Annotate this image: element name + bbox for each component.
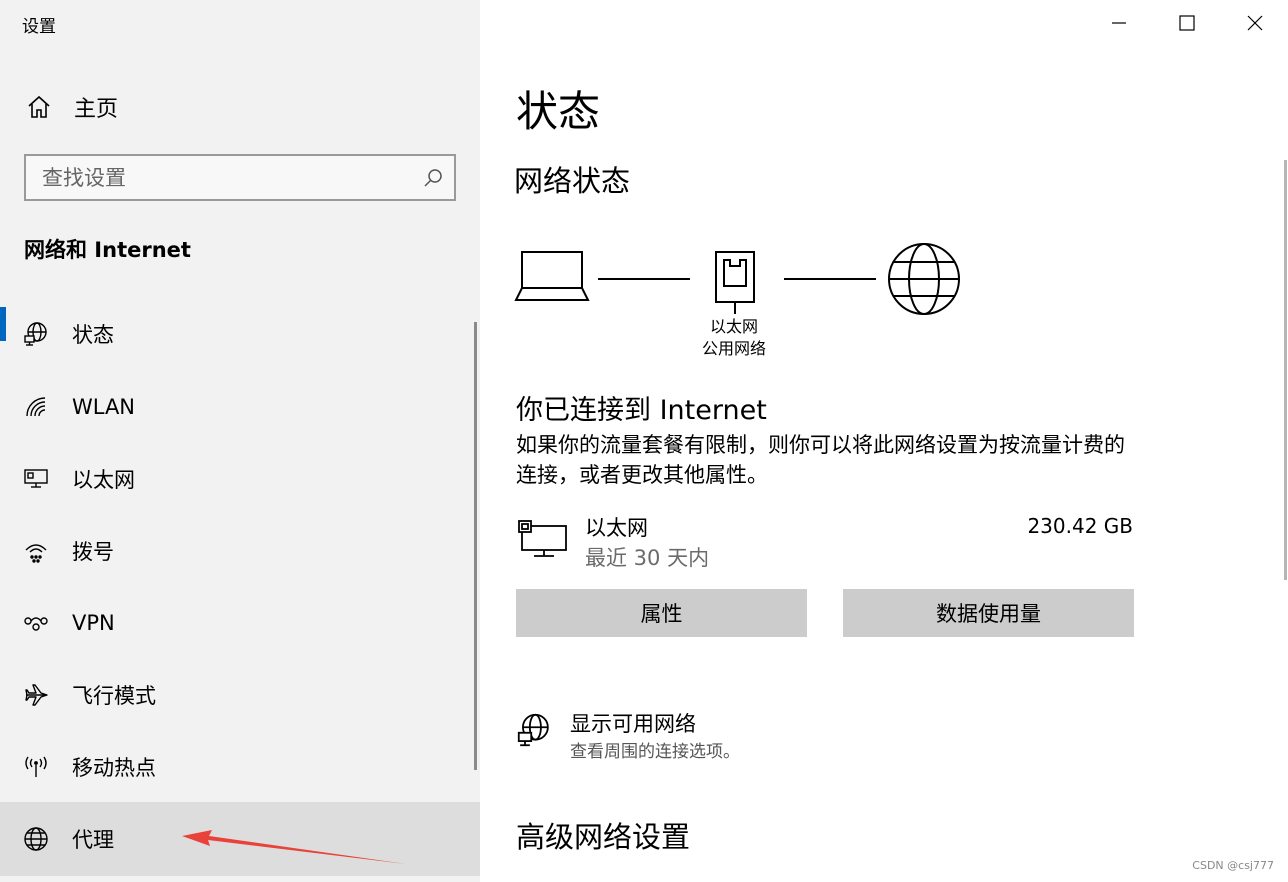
watermark: CSDN @csj777 xyxy=(1192,859,1274,872)
home-icon xyxy=(26,94,52,124)
close-button[interactable] xyxy=(1240,8,1270,38)
available-networks-subtitle: 查看周围的连接选项。 xyxy=(570,742,740,762)
sidebar-item-ethernet[interactable]: 以太网 xyxy=(0,450,480,508)
diagram-label: 以太网 公用网络 xyxy=(694,316,774,360)
maximize-button[interactable] xyxy=(1172,8,1202,38)
sidebar: 设置 主页 网络和 Internet xyxy=(0,0,480,882)
network-diagram xyxy=(514,243,960,315)
sidebar-item-label: 状态 xyxy=(72,323,114,347)
sidebar-item-label: VPN xyxy=(72,611,115,635)
home-label: 主页 xyxy=(74,97,119,122)
sidebar-item-hotspot[interactable]: 移动热点 xyxy=(0,738,480,796)
home-link[interactable]: 主页 xyxy=(22,90,322,124)
ethernet-adapter-icon xyxy=(518,518,568,566)
connection-status: 你已连接到 Internet xyxy=(516,395,767,426)
search-input[interactable] xyxy=(26,156,454,199)
globe-icon xyxy=(22,825,50,853)
sidebar-item-label: 代理 xyxy=(72,828,114,852)
search-icon[interactable] xyxy=(422,167,444,193)
connection-description: 如果你的流量套餐有限制，则你可以将此网络设置为按流量计费的连接，或者更改其他属性… xyxy=(516,433,1125,487)
hotspot-icon xyxy=(22,753,50,781)
adapter-name: 以太网 xyxy=(585,516,648,540)
maximize-icon xyxy=(1179,15,1195,31)
laptop-icon xyxy=(514,251,590,301)
sidebar-item-wlan[interactable]: WLAN xyxy=(0,378,480,436)
sidebar-item-dialup[interactable]: 拨号 xyxy=(0,522,480,580)
section-title: 网络和 Internet xyxy=(24,238,191,262)
advanced-settings-heading: 高级网络设置 xyxy=(516,820,691,854)
main-scrollbar[interactable] xyxy=(1284,160,1287,580)
status-globe-icon xyxy=(22,320,50,348)
network-status-heading: 网络状态 xyxy=(514,164,631,198)
sidebar-item-airplane[interactable]: 飞行模式 xyxy=(0,666,480,724)
minimize-button[interactable] xyxy=(1104,8,1134,38)
sidebar-item-label: 拨号 xyxy=(72,540,114,564)
diagram-label-line2: 公用网络 xyxy=(701,339,766,358)
sidebar-item-status[interactable]: 状态 xyxy=(0,305,480,363)
sidebar-item-vpn[interactable]: VPN xyxy=(0,594,480,652)
sidebar-scrollbar[interactable] xyxy=(474,322,477,770)
ethernet-icon xyxy=(22,465,50,493)
sidebar-item-label: 移动热点 xyxy=(72,756,156,780)
wifi-icon xyxy=(22,393,50,421)
active-indicator xyxy=(0,307,6,341)
search-box[interactable] xyxy=(24,154,456,201)
dialup-icon xyxy=(22,537,50,565)
annotation-arrow-icon xyxy=(182,830,406,864)
page-title: 状态 xyxy=(516,87,601,136)
vpn-icon xyxy=(22,609,50,637)
data-usage-button[interactable]: 数据使用量 xyxy=(843,589,1134,637)
main-content: 状态 网络状态 以太网 公用网络 你已连接到 Internet 如果你的流量套餐… xyxy=(480,0,1288,882)
adapter-period: 最近 30 天内 xyxy=(585,546,710,570)
window-title: 设置 xyxy=(22,17,56,37)
close-icon xyxy=(1247,15,1263,31)
sidebar-item-label: 飞行模式 xyxy=(72,684,156,708)
ethernet-port-icon xyxy=(715,251,755,314)
internet-globe-icon xyxy=(888,243,960,315)
properties-button[interactable]: 属性 xyxy=(516,589,807,637)
sidebar-item-label: 以太网 xyxy=(72,468,135,492)
adapter-usage: 230.42 GB xyxy=(1027,514,1133,538)
airplane-icon xyxy=(22,681,50,709)
diagram-label-line1: 以太网 xyxy=(709,317,758,336)
sidebar-item-label: WLAN xyxy=(72,395,136,419)
available-networks-icon[interactable] xyxy=(516,712,552,752)
show-available-networks-link[interactable]: 显示可用网络 xyxy=(570,708,696,738)
minimize-icon xyxy=(1112,22,1126,24)
